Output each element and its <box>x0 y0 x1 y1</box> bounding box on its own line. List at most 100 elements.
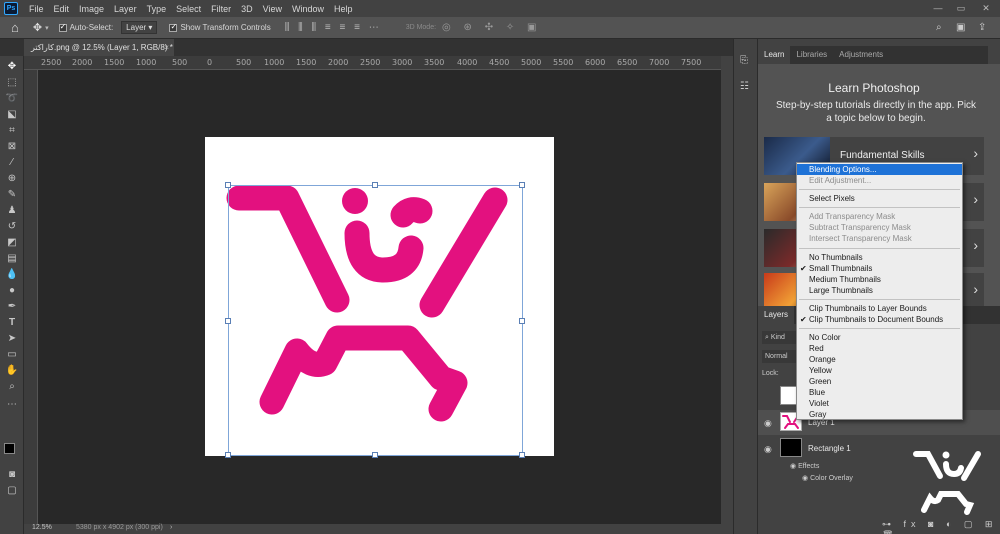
chevron-down-icon[interactable]: ▾ <box>45 24 49 32</box>
close-tab-icon[interactable]: × <box>164 39 169 56</box>
menu-item-intersect-transparency-mask[interactable]: Intersect Transparency Mask <box>797 233 962 244</box>
menu-item-clip-to-document-bounds[interactable]: ✔ Clip Thumbnails to Document Bounds <box>797 314 962 325</box>
color-overlay-row[interactable]: ◉ Color Overlay <box>802 474 853 482</box>
menu-item-no-color[interactable]: No Color <box>797 332 962 343</box>
auto-select-dropdown[interactable]: Layer ▾ <box>121 21 158 34</box>
eye-icon[interactable]: ◉ <box>802 475 808 482</box>
effects-row[interactable]: ◉ Effects <box>790 462 819 470</box>
vertical-scrollbar[interactable] <box>721 56 733 524</box>
menu-item-large-thumbnails[interactable]: Large Thumbnails <box>797 285 962 296</box>
foreground-color-swatch[interactable] <box>4 443 15 454</box>
maximize-icon[interactable]: ▭ <box>955 2 967 14</box>
3d-mode-icons[interactable]: ◎ ⊛ ✣ ✧ ▣ <box>442 22 541 33</box>
align-icons[interactable]: ⫼ ⫼ ⫼ ≡ ≡ ≡ ⋯ <box>285 22 382 33</box>
screen-mode-icon[interactable]: ▢ <box>4 484 20 498</box>
marquee-tool-icon[interactable]: ⬚ <box>4 76 20 90</box>
menu-item-subtract-transparency-mask[interactable]: Subtract Transparency Mask <box>797 222 962 233</box>
menu-3d[interactable]: 3D <box>236 4 258 14</box>
transform-handle[interactable] <box>372 182 378 188</box>
transform-handle[interactable] <box>225 318 231 324</box>
menu-edit[interactable]: Edit <box>49 4 75 14</box>
menu-item-small-thumbnails[interactable]: ✔ Small Thumbnails <box>797 263 962 274</box>
eyedropper-tool-icon[interactable]: ⁄ <box>4 156 20 170</box>
menu-select[interactable]: Select <box>171 4 206 14</box>
eye-icon[interactable]: ◉ <box>764 444 772 455</box>
eye-icon[interactable]: ◉ <box>790 463 796 470</box>
ruler-tick: 500 <box>172 58 188 67</box>
move-tool-icon[interactable]: ✥ <box>33 21 42 34</box>
transform-handle[interactable] <box>372 452 378 458</box>
show-transform-checkbox[interactable]: Show Transform Controls <box>169 22 271 32</box>
menu-item-edit-adjustment[interactable]: Edit Adjustment... <box>797 175 962 186</box>
auto-select-checkbox[interactable]: Auto-Select: <box>58 22 113 32</box>
menu-item-orange[interactable]: Orange <box>797 354 962 365</box>
ruler-tick: 1500 <box>296 58 317 67</box>
menu-help[interactable]: Help <box>329 4 358 14</box>
eye-icon[interactable]: ◉ <box>764 418 772 429</box>
menu-filter[interactable]: Filter <box>206 4 236 14</box>
history-panel-icon[interactable]: ⎘ <box>740 55 748 66</box>
menu-view[interactable]: View <box>258 4 287 14</box>
document-tab[interactable]: کاراکتر.png @ 12.5% (Layer 1, RGB/8) * × <box>24 39 174 56</box>
dodge-tool-icon[interactable]: ● <box>4 284 20 298</box>
transform-handle[interactable] <box>519 318 525 324</box>
tab-layers[interactable]: Layers <box>758 306 795 324</box>
share-icon[interactable]: ⇪ <box>978 22 986 33</box>
move-tool-icon[interactable]: ✥ <box>4 60 20 74</box>
tab-adjustments[interactable]: Adjustments <box>833 46 889 64</box>
menu-image[interactable]: Image <box>74 4 109 14</box>
blur-tool-icon[interactable]: 💧 <box>4 268 20 282</box>
transform-handle[interactable] <box>519 182 525 188</box>
ruler-tick: 1000 <box>136 58 157 67</box>
quick-mask-icon[interactable]: ◙ <box>4 468 20 482</box>
menu-item-red[interactable]: Red <box>797 343 962 354</box>
workspace-icon[interactable]: ▣ <box>956 22 965 33</box>
properties-panel-icon[interactable]: ☷ <box>740 81 749 92</box>
menu-file[interactable]: File <box>24 4 49 14</box>
status-menu-icon[interactable]: › <box>170 524 172 531</box>
hand-tool-icon[interactable]: ✋ <box>4 364 20 378</box>
close-window-icon[interactable]: ✕ <box>980 2 992 14</box>
home-icon[interactable]: ⌂ <box>11 20 19 35</box>
rectangle-tool-icon[interactable]: ▭ <box>4 348 20 362</box>
menu-layer[interactable]: Layer <box>109 4 142 14</box>
menu-window[interactable]: Window <box>287 4 329 14</box>
zoom-level[interactable]: 12.5% <box>32 524 52 531</box>
eraser-tool-icon[interactable]: ◩ <box>4 236 20 250</box>
path-select-icon[interactable]: ➤ <box>4 332 20 346</box>
menu-item-add-transparency-mask[interactable]: Add Transparency Mask <box>797 211 962 222</box>
photoshop-logo-icon[interactable]: Ps <box>4 2 18 15</box>
menu-item-no-thumbnails[interactable]: No Thumbnails <box>797 252 962 263</box>
pen-tool-icon[interactable]: ✒ <box>4 300 20 314</box>
type-tool-icon[interactable]: T <box>4 316 20 330</box>
lasso-tool-icon[interactable]: ➰ <box>4 92 20 106</box>
zoom-tool-icon[interactable]: ⌕ <box>4 380 20 394</box>
minimize-icon[interactable]: — <box>932 2 944 14</box>
stamp-tool-icon[interactable]: ♟ <box>4 204 20 218</box>
tab-learn[interactable]: Learn <box>758 46 791 64</box>
menu-item-blue[interactable]: Blue <box>797 387 962 398</box>
menu-item-gray[interactable]: Gray <box>797 409 962 420</box>
more-tools-icon[interactable]: ⋯ <box>4 398 20 412</box>
transform-handle[interactable] <box>519 452 525 458</box>
menu-item-blending-options[interactable]: Blending Options... <box>797 164 962 175</box>
menu-item-yellow[interactable]: Yellow <box>797 365 962 376</box>
transform-bounding-box[interactable] <box>225 182 525 458</box>
menu-item-clip-to-layer-bounds[interactable]: Clip Thumbnails to Layer Bounds <box>797 303 962 314</box>
menu-item-select-pixels[interactable]: Select Pixels <box>797 193 962 204</box>
menu-item-green[interactable]: Green <box>797 376 962 387</box>
transform-handle[interactable] <box>225 182 231 188</box>
history-brush-icon[interactable]: ↺ <box>4 220 20 234</box>
crop-tool-icon[interactable]: ⌗ <box>4 124 20 138</box>
menu-item-violet[interactable]: Violet <box>797 398 962 409</box>
gradient-tool-icon[interactable]: ▤ <box>4 252 20 266</box>
search-icon[interactable]: ⌕ <box>936 22 942 33</box>
menu-item-medium-thumbnails[interactable]: Medium Thumbnails <box>797 274 962 285</box>
healing-brush-icon[interactable]: ⊕ <box>4 172 20 186</box>
tab-libraries[interactable]: Libraries <box>790 46 833 64</box>
brush-tool-icon[interactable]: ✎ <box>4 188 20 202</box>
transform-handle[interactable] <box>225 452 231 458</box>
object-select-tool-icon[interactable]: ⬕ <box>4 108 20 122</box>
frame-tool-icon[interactable]: ⊠ <box>4 140 20 154</box>
menu-type[interactable]: Type <box>142 4 172 14</box>
